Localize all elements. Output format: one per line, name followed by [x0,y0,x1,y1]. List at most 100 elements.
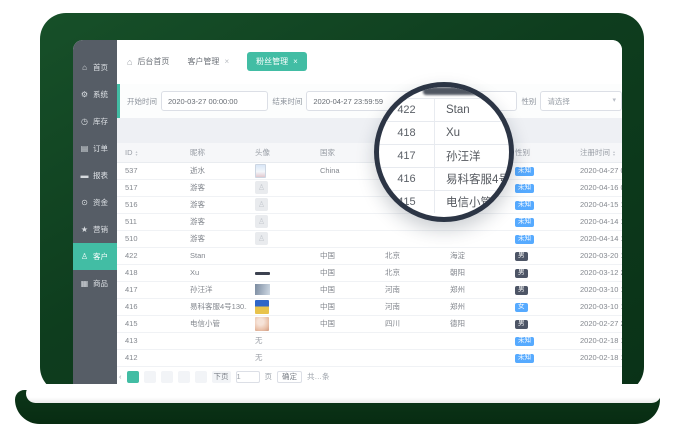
tab-label: 粉丝管理 [256,56,288,67]
user-icon: ♙ [80,252,89,261]
sidebar-item[interactable]: ⚙ 系统 [73,81,117,108]
cell-country: 中国 [312,247,377,264]
cell-reg-time: 2020-03-10 17:0 [572,281,622,298]
gender-select[interactable]: 请选择 ▾ [540,91,622,111]
tab-label: 客户管理 [187,56,219,67]
sidebar-item-label: 报表 [93,170,108,181]
prev-page-button[interactable]: ‹ [119,372,122,381]
start-time-input[interactable]: 2020-03-27 00:00:00 [161,91,268,111]
table-row: 511 游客 未知 2020-04-14 18:5 [117,213,622,230]
avatar [255,300,269,314]
sidebar-item-label: 库存 [93,116,108,127]
table-row: 418 Xu 中国 北京 朝阳 男 2020-03-12 23:2 [117,264,622,281]
magnified-row: 418 Xu [379,121,514,144]
cell-gender: 男 [507,264,572,281]
next-page-button[interactable]: 下页 [212,371,231,383]
sidebar-item[interactable]: ◷ 库存 [73,108,117,135]
gender-badge: 未知 [515,218,534,228]
sidebar-item[interactable]: ★ 营销 [73,216,117,243]
end-time-label: 结束时间 [272,96,302,107]
tab-fans-management[interactable]: 粉丝管理 × [247,52,307,71]
magnified-row: 422 Stan [379,98,514,121]
gender-badge: 未知 [515,354,534,364]
cell-id: 516 [117,196,182,213]
cell-country [312,349,377,366]
gender-select-value: 请选择 [547,96,570,107]
cell-gender: 女 [507,298,572,315]
cell-id: 417 [117,281,182,298]
cell-id: 537 [117,162,182,179]
close-icon[interactable]: × [224,57,229,66]
gender-badge: 未知 [515,337,534,347]
cell-reg-time: 2020-02-18 17:2 [572,332,622,349]
sidebar-item[interactable]: ⊙ 资金 [73,189,117,216]
cell-nickname: 游客 [182,196,247,213]
table-header-row: ID▴▾ 昵称 头像 国家 省份 城市 [117,143,622,162]
tab-backend-home[interactable]: ⌂ 后台首页 [127,56,169,67]
sidebar-item-label: 订单 [93,143,108,154]
sidebar-item[interactable]: ▦ 商品 [73,270,117,297]
cell-id: 415 [117,315,182,332]
cell-reg-time: 2020-04-15 12:2 [572,196,622,213]
table-row: 510 游客 未知 2020-04-14 17:0 [117,230,622,247]
gender-badge: 男 [515,320,528,330]
filter-bar: 开始时间 2020-03-27 00:00:00 结束时间 2020-04-27… [117,84,622,118]
page-button[interactable] [127,371,139,383]
magnified-row: 417 孙汪洋 [379,144,514,167]
cell-gender: 未知 [507,213,572,230]
sidebar-item[interactable]: ▬ 报表 [73,162,117,189]
gender-badge: 未知 [515,235,534,245]
cell-country: China [312,162,377,179]
gender-badge: 男 [515,269,528,279]
table-header-cell[interactable]: ID▴▾ [117,143,182,162]
avatar [255,272,270,275]
magnified-id: 417 [379,145,435,167]
star-icon: ★ [80,225,89,234]
cell-gender: 男 [507,315,572,332]
table-header-cell: 昵称 [182,143,247,162]
box-icon: ▦ [80,279,89,288]
sort-icon: ▴▾ [136,150,138,156]
avatar: 无 [255,352,263,363]
page-button[interactable] [161,371,173,383]
magnified-row: 415 电信小管 [379,190,514,213]
cell-avatar [247,281,312,298]
cell-country [312,196,377,213]
sidebar-item[interactable]: ♙ 客户 [73,243,117,270]
cell-avatar [247,213,312,230]
cell-country [312,230,377,247]
sidebar-item-label: 客户 [93,251,108,262]
cell-city [442,230,507,247]
confirm-button[interactable]: 确定 [277,371,302,383]
sidebar-item[interactable]: ⌂ 首页 [73,54,117,81]
magnified-id: 416 [379,168,435,190]
table-row: 422 Stan 中国 北京 海淀 男 2020-03-20 10:5 [117,247,622,264]
cell-gender: 男 [507,247,572,264]
table-header-cell: 国家 [312,143,377,162]
cell-province [377,349,442,366]
fans-table: ID▴▾ 昵称 头像 国家 省份 城市 [117,143,622,367]
page-button[interactable] [144,371,156,383]
table-header-cell[interactable]: 注册时间▴▾ [572,143,622,162]
goto-page-input[interactable]: 1 [236,371,260,383]
cell-country: 中国 [312,315,377,332]
table-row: 516 游客 未知 2020-04-15 12:2 [117,196,622,213]
page-button[interactable] [195,371,207,383]
avatar [255,164,266,178]
sidebar: ⌂ 首页 ⚙ 系统 ◷ 库存 ▤ 订单 ▬ 报表 ⊙ 资金 [73,40,117,400]
cell-nickname: 电信小管 [182,315,247,332]
cell-province [377,332,442,349]
cell-country: 中国 [312,264,377,281]
close-icon[interactable]: × [293,57,298,66]
table-row: 415 电信小管 中国 四川 德阳 男 2020-02-27 22:5 [117,315,622,332]
sidebar-item-label: 商品 [93,278,108,289]
tab-customer-management[interactable]: 客户管理 × [187,56,229,67]
cell-reg-time: 2020-04-14 18:5 [572,213,622,230]
gender-badge: 男 [515,252,528,262]
sidebar-item[interactable]: ▤ 订单 [73,135,117,162]
page-button[interactable] [178,371,190,383]
cell-reg-time: 2020-04-14 17:0 [572,230,622,247]
table-row: 417 孙汪洋 中国 河南 郑州 男 2020-03-10 17:0 [117,281,622,298]
table-row: 413 无 未知 2020-02-18 17:2 [117,332,622,349]
start-time-label: 开始时间 [127,96,157,107]
